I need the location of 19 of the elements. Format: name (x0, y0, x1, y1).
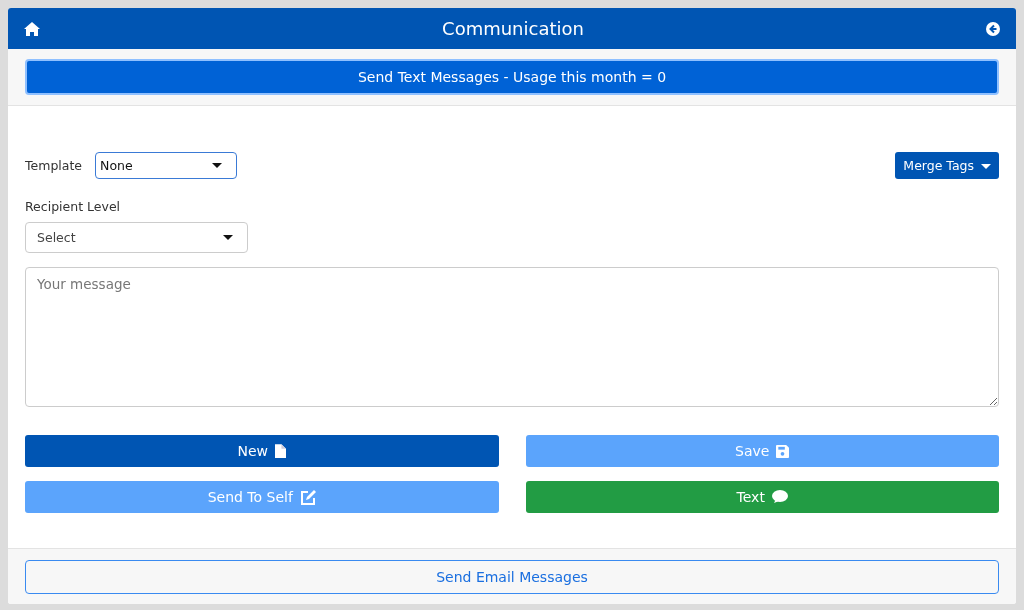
action-button[interactable]: New (25, 435, 499, 467)
template-label: Template (25, 158, 83, 173)
edit-icon (299, 489, 316, 505)
message-field[interactable]: Your message (25, 267, 999, 407)
send-email-messages-button[interactable]: Send Email Messages (25, 560, 999, 594)
back-arrow-icon[interactable] (986, 21, 1000, 36)
recipient-level-dropdown[interactable]: Select (25, 222, 248, 253)
merge-tags-button[interactable]: Merge Tags (895, 152, 999, 179)
action-button[interactable]: Text (525, 481, 999, 513)
caret-icon (981, 164, 991, 169)
document-icon (275, 444, 286, 458)
speech-bubble-icon (771, 490, 788, 504)
caret-icon (212, 163, 223, 168)
home-icon[interactable] (24, 21, 40, 36)
template-dropdown[interactable]: None (95, 152, 238, 179)
caret-icon (223, 235, 233, 240)
page-title: Communication (442, 18, 584, 39)
recipient-level-label: Recipient Level (25, 199, 122, 214)
send-text-messages-button[interactable]: Send Text Messages - Usage this month = 0 (25, 59, 999, 95)
